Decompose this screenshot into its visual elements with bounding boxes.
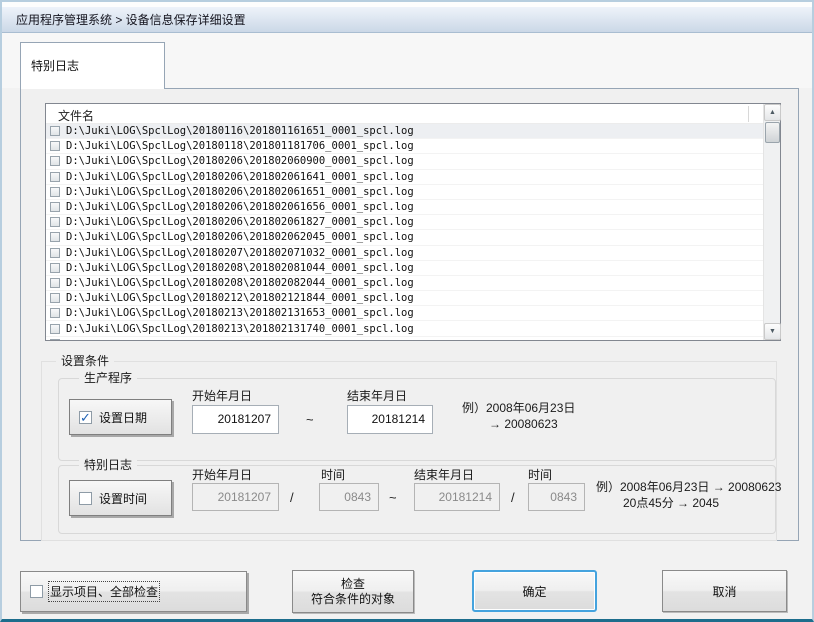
tab-special-log[interactable]: 特别日志 <box>20 42 165 89</box>
row-checkbox[interactable] <box>50 186 60 197</box>
slash-separator: / <box>290 490 294 505</box>
production-program-title: 生产程序 <box>79 371 138 386</box>
date-format-example: 例）2008年06月23日 → 20080623 <box>462 401 576 431</box>
cancel-button[interactable]: 取消 <box>662 570 787 612</box>
row-checkbox[interactable] <box>50 126 60 137</box>
set-date-label: 设置日期 <box>99 410 148 425</box>
log-start-date-label: 开始年月日 <box>192 468 253 482</box>
dialog-window: 应用程序管理系统 > 设备信息保存详细设置 特别日志 文件名 D:\Juki\L… <box>0 0 814 622</box>
log-end-date-label: 结束年月日 <box>414 468 475 482</box>
column-divider <box>748 106 749 122</box>
list-item[interactable]: D:\Juki\LOG\SpclLog\20180206\20180206182… <box>46 215 763 231</box>
log-end-time-label: 时间 <box>528 468 553 482</box>
breadcrumb: 应用程序管理系统 > 设备信息保存详细设置 <box>16 13 246 27</box>
show-all-checkbox[interactable] <box>30 585 43 598</box>
check-matching-objects-button[interactable]: 检查 符合条件的对象 <box>292 570 414 613</box>
log-end-date-input[interactable]: 20181214 <box>414 483 500 511</box>
end-date-label: 结束年月日 <box>347 389 408 403</box>
list-item[interactable]: D:\Juki\LOG\SpclLog\20180206\20180206090… <box>46 154 763 170</box>
list-item[interactable]: D:\Juki\LOG\SpclLog\20180206\20180206165… <box>46 200 763 216</box>
list-item[interactable]: D:\Juki\LOG\SpclLog\20180206\20180206165… <box>46 185 763 200</box>
row-checkbox[interactable] <box>50 202 60 213</box>
scroll-down-button[interactable]: ▼ <box>764 323 781 340</box>
row-checkbox[interactable] <box>50 338 60 340</box>
file-path: D:\Juki\LOG\SpclLog\20180206\20180206165… <box>66 201 414 214</box>
triangle-up-icon: ▲ <box>769 109 776 116</box>
file-path: D:\Juki\LOG\SpclLog\20180212\20180212184… <box>66 292 414 305</box>
list-item[interactable]: D:\Juki\LOG\SpclLog\20180208\20180208204… <box>46 276 763 292</box>
list-item[interactable]: D:\Juki\LOG\SpclLog\20180213\20180213174… <box>46 321 763 337</box>
list-item[interactable]: D:\Juki\LOG\SpclLog\20180207\20180207103… <box>46 246 763 261</box>
set-date-button[interactable]: 设置日期 <box>69 399 172 435</box>
file-path: D:\Juki\LOG\SpclLog\20180118\20180118170… <box>66 140 414 153</box>
show-all-label: 显示项目、全部检查 <box>47 581 161 602</box>
scroll-thumb[interactable] <box>765 122 780 143</box>
file-list-header: 文件名 <box>46 104 763 124</box>
list-item[interactable]: D:\Juki\LOG\SpclLog\20180206\20180206164… <box>46 170 763 185</box>
row-checkbox[interactable] <box>50 156 60 167</box>
file-list-rows: D:\Juki\LOG\SpclLog\20180116\20180116165… <box>46 124 763 340</box>
breadcrumb-bar: 应用程序管理系统 > 设备信息保存详细设置 <box>2 7 812 33</box>
range-tilde: ~ <box>306 412 314 427</box>
ok-button[interactable]: 确定 <box>472 570 597 612</box>
file-name-column-label: 文件名 <box>58 109 95 123</box>
ok-label: 确定 <box>522 584 547 599</box>
row-checkbox[interactable] <box>50 308 60 319</box>
set-date-checkbox[interactable] <box>79 410 92 426</box>
row-checkbox[interactable] <box>50 247 60 258</box>
file-path: D:\Juki\LOG\SpclLog\20180213\20180213174… <box>66 322 414 335</box>
file-path: D:\Juki\LOG\SpclLog\20180206\20180206090… <box>66 155 414 168</box>
datetime-format-example: 例）2008年06月23日 → 20080623 20点45分 → 2045 <box>596 480 782 510</box>
set-time-label: 设置时间 <box>99 491 148 506</box>
tab-page: 文件名 D:\Juki\LOG\SpclLog\20180116\2018011… <box>20 88 799 541</box>
start-date-input[interactable]: 20181207 <box>192 405 279 434</box>
list-item[interactable]: D:\Juki\LOG\SpclLog\20180206\20180206204… <box>46 230 763 246</box>
row-checkbox[interactable] <box>50 293 60 304</box>
file-path: D:\Juki\LOG\SpclLog\20180206\20180206164… <box>66 170 414 183</box>
list-item[interactable]: D:\Juki\LOG\SpclLog\20180116\20180116165… <box>46 124 763 140</box>
slash-separator: / <box>511 490 515 505</box>
file-path: D:\Juki\LOG\SpclLog\20180213\20180213165… <box>66 307 414 320</box>
scroll-up-button[interactable]: ▲ <box>764 104 781 121</box>
log-start-date-input[interactable]: 20181207 <box>192 483 279 511</box>
list-item[interactable]: D:\Juki\LOG\SpclLog\20180212\20180212184… <box>46 291 763 307</box>
set-time-button[interactable]: 设置时间 <box>69 480 172 516</box>
row-checkbox[interactable] <box>50 262 60 273</box>
log-end-time-input[interactable]: 0843 <box>528 483 585 511</box>
tab-label: 特别日志 <box>31 59 80 73</box>
file-path: D:\Juki\LOG\SpclLog\20180206\20180206204… <box>66 231 414 244</box>
file-path: D:\Juki\LOG\SpclLog\20180208\20180208104… <box>66 261 414 274</box>
list-item-partial[interactable] <box>46 337 763 340</box>
special-log-title: 特别日志 <box>79 458 138 473</box>
log-start-time-label: 时间 <box>321 468 346 482</box>
row-checkbox[interactable] <box>50 277 60 288</box>
set-time-checkbox[interactable] <box>79 491 92 505</box>
cancel-label: 取消 <box>712 584 737 599</box>
row-checkbox[interactable] <box>50 217 60 228</box>
list-item[interactable]: D:\Juki\LOG\SpclLog\20180208\20180208104… <box>46 261 763 276</box>
log-start-time-input[interactable]: 0843 <box>319 483 379 511</box>
triangle-down-icon: ▼ <box>769 328 776 335</box>
file-path: D:\Juki\LOG\SpclLog\20180206\20180206182… <box>66 216 414 229</box>
production-program-group: 生产程序 设置日期 开始年月日 20181207 ~ 结束年月日 2018121… <box>58 371 776 461</box>
row-checkbox[interactable] <box>50 232 60 243</box>
show-items-check-all-button[interactable]: 显示项目、全部检查 <box>20 571 247 612</box>
vertical-scrollbar[interactable]: ▲ ▼ <box>763 104 781 340</box>
row-checkbox[interactable] <box>50 323 60 334</box>
conditions-title: 设置条件 <box>56 354 115 369</box>
list-item[interactable]: D:\Juki\LOG\SpclLog\20180213\20180213165… <box>46 306 763 322</box>
end-date-input[interactable]: 20181214 <box>347 405 433 434</box>
row-checkbox[interactable] <box>50 141 60 152</box>
file-path: D:\Juki\LOG\SpclLog\20180206\20180206165… <box>66 185 414 198</box>
range-tilde: ~ <box>389 490 397 505</box>
file-path: D:\Juki\LOG\SpclLog\20180116\20180116165… <box>66 125 414 138</box>
special-log-group: 特别日志 设置时间 开始年月日 20181207 / 时间 0843 ~ 结束年… <box>58 458 781 534</box>
file-path: D:\Juki\LOG\SpclLog\20180207\20180207103… <box>66 246 414 259</box>
file-path: D:\Juki\LOG\SpclLog\20180208\20180208204… <box>66 276 414 289</box>
list-item[interactable]: D:\Juki\LOG\SpclLog\20180118\20180118170… <box>46 139 763 155</box>
start-date-label: 开始年月日 <box>192 389 253 403</box>
file-list: 文件名 D:\Juki\LOG\SpclLog\20180116\2018011… <box>45 103 781 341</box>
row-checkbox[interactable] <box>50 171 60 182</box>
